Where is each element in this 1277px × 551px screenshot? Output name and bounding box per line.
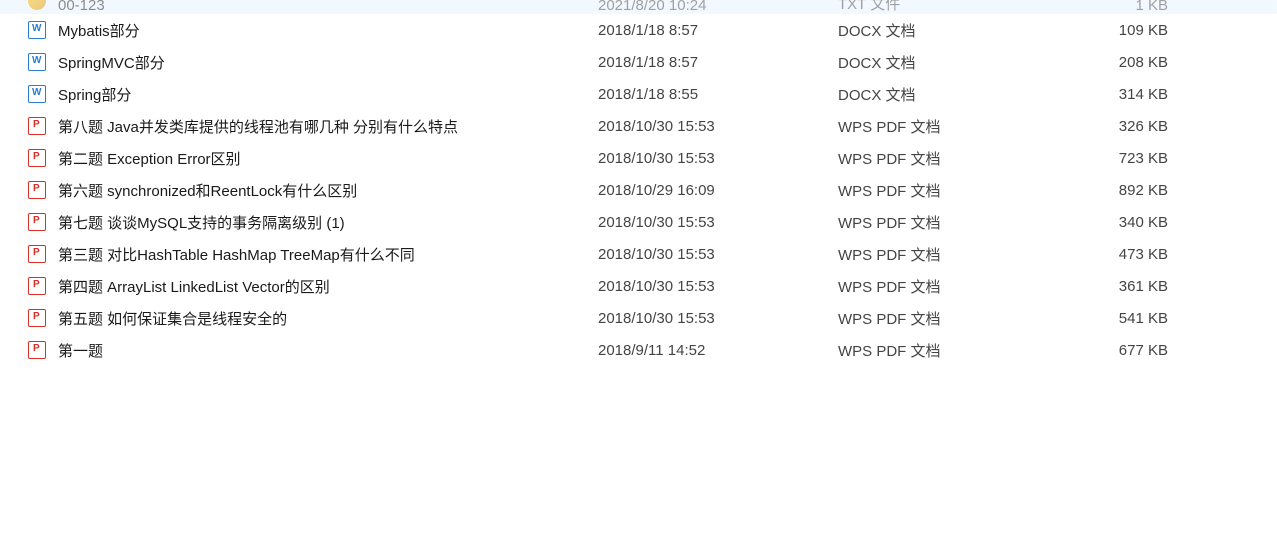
file-date: 2018/1/18 8:57: [598, 22, 838, 39]
file-row[interactable]: 第七题 谈谈MySQL支持的事务隔离级别 (1) 2018/10/30 15:5…: [0, 206, 1277, 238]
file-name-cell: 第四题 ArrayList LinkedList Vector的区别: [28, 276, 598, 297]
file-type: WPS PDF 文档: [838, 116, 1088, 137]
file-row[interactable]: Mybatis部分 2018/1/18 8:57 DOCX 文档 109 KB: [0, 14, 1277, 46]
docx-icon: [28, 85, 46, 103]
file-size: 314 KB: [1088, 86, 1188, 103]
file-name: Spring部分: [58, 84, 131, 105]
file-row[interactable]: 第六题 synchronized和ReentLock有什么区别 2018/10/…: [0, 174, 1277, 206]
file-row[interactable]: 第一题 2018/9/11 14:52 WPS PDF 文档 677 KB: [0, 334, 1277, 366]
file-name-cell: 第七题 谈谈MySQL支持的事务隔离级别 (1): [28, 212, 598, 233]
file-size: 473 KB: [1088, 246, 1188, 263]
file-name: 第七题 谈谈MySQL支持的事务隔离级别 (1): [58, 212, 345, 233]
file-size: 326 KB: [1088, 118, 1188, 135]
file-date: 2018/10/30 15:53: [598, 118, 838, 135]
file-row[interactable]: 第五题 如何保证集合是线程安全的 2018/10/30 15:53 WPS PD…: [0, 302, 1277, 334]
file-type: WPS PDF 文档: [838, 276, 1088, 297]
file-size: 677 KB: [1088, 342, 1188, 359]
file-date: 2018/10/29 16:09: [598, 182, 838, 199]
docx-icon: [28, 21, 46, 39]
pdf-icon: [28, 309, 46, 327]
file-name: 第三题 对比HashTable HashMap TreeMap有什么不同: [58, 244, 415, 265]
file-date: 2018/9/11 14:52: [598, 342, 838, 359]
file-type: TXT 文件: [838, 0, 1088, 14]
file-size: 109 KB: [1088, 22, 1188, 39]
file-type: DOCX 文档: [838, 20, 1088, 41]
file-type: WPS PDF 文档: [838, 308, 1088, 329]
file-name-cell: Spring部分: [28, 84, 598, 105]
file-name-cell: 第三题 对比HashTable HashMap TreeMap有什么不同: [28, 244, 598, 265]
file-size: 361 KB: [1088, 278, 1188, 295]
file-date: 2018/10/30 15:53: [598, 214, 838, 231]
file-size: 208 KB: [1088, 54, 1188, 71]
file-name-cell: 第八题 Java并发类库提供的线程池有哪几种 分别有什么特点: [28, 116, 598, 137]
pdf-icon: [28, 149, 46, 167]
file-date: 2018/10/30 15:53: [598, 246, 838, 263]
file-type: WPS PDF 文档: [838, 244, 1088, 265]
file-type: DOCX 文档: [838, 84, 1088, 105]
pdf-icon: [28, 117, 46, 135]
file-row[interactable]: 第八题 Java并发类库提供的线程池有哪几种 分别有什么特点 2018/10/3…: [0, 110, 1277, 142]
file-size: 1 KB: [1088, 0, 1188, 14]
file-name: SpringMVC部分: [58, 52, 165, 73]
file-name: 第六题 synchronized和ReentLock有什么区别: [58, 180, 357, 201]
file-type: WPS PDF 文档: [838, 212, 1088, 233]
file-name: 第五题 如何保证集合是线程安全的: [58, 308, 287, 329]
pdf-icon: [28, 213, 46, 231]
file-name-cell: SpringMVC部分: [28, 52, 598, 73]
file-date: 2018/1/18 8:55: [598, 86, 838, 103]
file-type: WPS PDF 文档: [838, 180, 1088, 201]
file-size: 340 KB: [1088, 214, 1188, 231]
file-date: 2018/10/30 15:53: [598, 278, 838, 295]
file-size: 541 KB: [1088, 310, 1188, 327]
file-name: 第八题 Java并发类库提供的线程池有哪几种 分别有什么特点: [58, 116, 458, 137]
docx-icon: [28, 53, 46, 71]
file-type: WPS PDF 文档: [838, 340, 1088, 361]
pdf-icon: [28, 341, 46, 359]
file-row[interactable]: Spring部分 2018/1/18 8:55 DOCX 文档 314 KB: [0, 78, 1277, 110]
pdf-icon: [28, 181, 46, 199]
file-name-cell: 第二题 Exception Error区别: [28, 148, 598, 169]
file-size: 892 KB: [1088, 182, 1188, 199]
file-date: 2018/10/30 15:53: [598, 310, 838, 327]
file-name-cell: Mybatis部分: [28, 20, 598, 41]
file-size: 723 KB: [1088, 150, 1188, 167]
file-row[interactable]: SpringMVC部分 2018/1/18 8:57 DOCX 文档 208 K…: [0, 46, 1277, 78]
file-name-cell: 第五题 如何保证集合是线程安全的: [28, 308, 598, 329]
file-type: DOCX 文档: [838, 52, 1088, 73]
file-date: 2021/8/20 10:24: [598, 0, 838, 14]
file-row[interactable]: 00-123 2021/8/20 10:24 TXT 文件 1 KB: [0, 0, 1277, 14]
file-name-cell: 第六题 synchronized和ReentLock有什么区别: [28, 180, 598, 201]
file-type: WPS PDF 文档: [838, 148, 1088, 169]
pdf-icon: [28, 277, 46, 295]
file-row[interactable]: 第三题 对比HashTable HashMap TreeMap有什么不同 201…: [0, 238, 1277, 270]
file-list: 00-123 2021/8/20 10:24 TXT 文件 1 KB Mybat…: [0, 0, 1277, 366]
txt-icon: [28, 0, 46, 10]
pdf-icon: [28, 245, 46, 263]
file-date: 2018/10/30 15:53: [598, 150, 838, 167]
file-date: 2018/1/18 8:57: [598, 54, 838, 71]
file-row[interactable]: 第四题 ArrayList LinkedList Vector的区别 2018/…: [0, 270, 1277, 302]
file-name: 第四题 ArrayList LinkedList Vector的区别: [58, 276, 330, 297]
file-row[interactable]: 第二题 Exception Error区别 2018/10/30 15:53 W…: [0, 142, 1277, 174]
file-name-cell: 00-123: [28, 0, 598, 14]
file-name: 第二题 Exception Error区别: [58, 148, 241, 169]
file-name: 第一题: [58, 340, 103, 361]
file-name-cell: 第一题: [28, 340, 598, 361]
file-name: Mybatis部分: [58, 20, 140, 41]
file-name: 00-123: [58, 0, 105, 14]
